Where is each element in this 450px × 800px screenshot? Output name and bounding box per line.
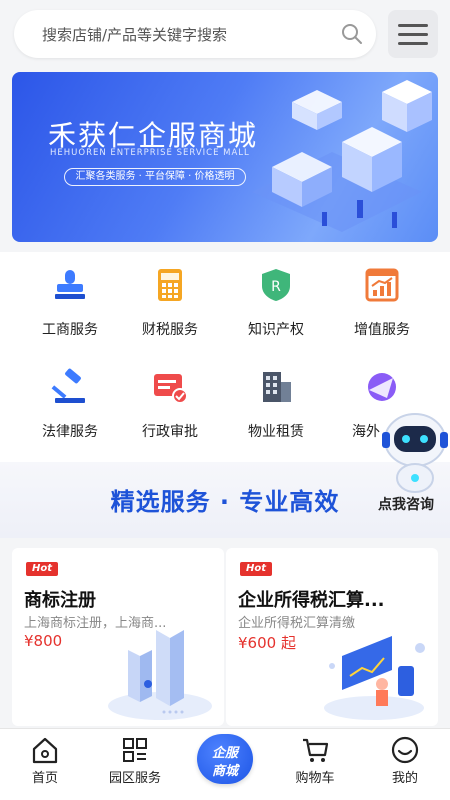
banner-subtitle: HEHUOREN ENTERPRISE SERVICE MALL <box>50 148 250 158</box>
menu-icon <box>398 24 428 27</box>
smile-icon <box>391 736 419 764</box>
building-icon <box>263 372 291 402</box>
service-label: 增值服务 <box>354 322 410 338</box>
tab-label: 购物车 <box>295 771 335 786</box>
service-ip[interactable]: R 知识产权 <box>220 252 332 352</box>
product-card[interactable]: Hot 企业所得税汇算... 企业所得税汇算清缴 ¥600 起 <box>226 548 438 726</box>
mall-badge-line2: 商城 <box>211 764 238 779</box>
search-placeholder: 搜索店铺/产品等关键字搜索 <box>42 26 228 44</box>
menu-button[interactable] <box>388 10 438 58</box>
tab-label: 首页 <box>31 771 58 786</box>
isometric-city-illustration <box>252 80 432 232</box>
product-card[interactable]: Hot 商标注册 上海商标注册，上海商... ¥800 <box>12 548 224 726</box>
mall-badge-icon: 企服 商城 <box>197 734 253 784</box>
service-legal[interactable]: 法律服务 <box>14 354 126 454</box>
tab-enterprise-mall[interactable]: 企服 商城 <box>180 728 270 790</box>
grid-icon <box>123 738 147 762</box>
service-admin-approval[interactable]: 行政审批 <box>114 354 226 454</box>
cart-icon <box>303 738 329 762</box>
service-label: 法律服务 <box>42 424 98 440</box>
city-buildings-illustration <box>108 630 212 720</box>
hot-badge: Hot <box>26 562 58 576</box>
service-value-added[interactable]: 增值服务 <box>326 252 438 352</box>
tab-home[interactable]: 首页 <box>0 729 90 800</box>
tab-mine[interactable]: 我的 <box>360 729 450 800</box>
service-label: 行政审批 <box>142 424 198 440</box>
banner-tagline: 汇聚各类服务 · 平台保障 · 价格透明 <box>64 168 246 186</box>
product-title: 商标注册 <box>24 590 96 611</box>
service-label: 知识产权 <box>248 322 304 338</box>
top-bar: 搜索店铺/产品等关键字搜索 <box>0 0 450 68</box>
service-tax[interactable]: 财税服务 <box>114 252 226 352</box>
search-input[interactable]: 搜索店铺/产品等关键字搜索 <box>14 10 376 58</box>
product-title: 企业所得税汇算... <box>238 590 385 611</box>
product-price: ¥800 <box>24 632 63 650</box>
mall-badge-line1: 企服 <box>211 746 238 761</box>
svg-text:R: R <box>271 279 281 295</box>
globe-plane-icon <box>368 373 396 401</box>
hero-banner[interactable]: 禾获仁企服商城 HEHUOREN ENTERPRISE SERVICE MALL… <box>12 72 438 242</box>
trademark-shield-icon: R <box>262 269 290 301</box>
service-business[interactable]: 工商服务 <box>14 252 126 352</box>
assistant-label[interactable]: 点我咨询 <box>378 494 434 514</box>
hot-badge: Hot <box>240 562 272 576</box>
tax-dashboard-illustration <box>324 636 425 720</box>
stamp-icon <box>55 270 85 299</box>
service-label: 财税服务 <box>142 322 198 338</box>
search-icon[interactable] <box>340 22 364 46</box>
tab-cart[interactable]: 购物车 <box>270 729 360 800</box>
tab-park-services[interactable]: 园区服务 <box>90 729 180 800</box>
home-icon <box>32 737 58 764</box>
product-price: ¥600 起 <box>238 634 296 652</box>
tab-label: 我的 <box>391 771 418 786</box>
chart-icon <box>365 268 399 302</box>
tab-label: 园区服务 <box>108 771 161 786</box>
gavel-icon <box>51 368 85 403</box>
approval-card-icon <box>154 374 188 404</box>
calculator-icon <box>158 269 182 301</box>
service-label: 工商服务 <box>42 322 98 338</box>
